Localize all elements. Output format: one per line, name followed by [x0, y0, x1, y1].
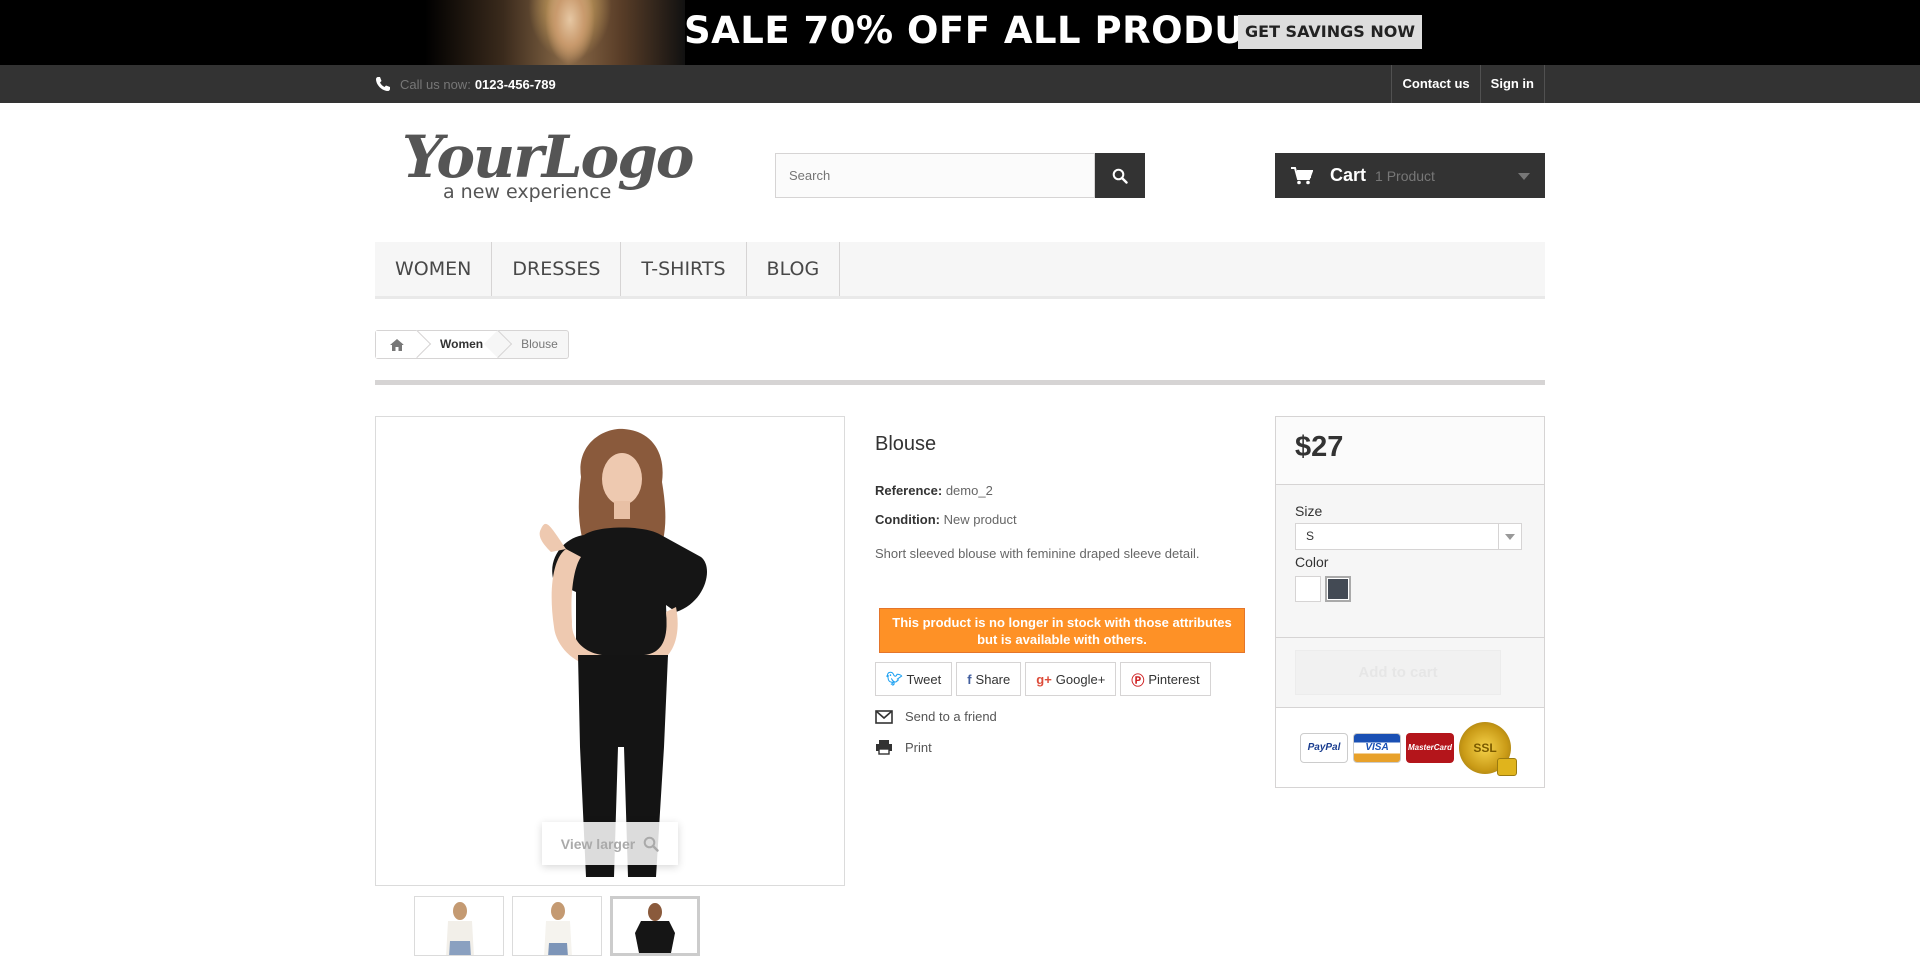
- add-to-cart-button[interactable]: Add to cart: [1295, 650, 1501, 695]
- visa-icon: VISA: [1353, 732, 1401, 763]
- stock-alert-line-2: but is available with others.: [977, 632, 1147, 647]
- pinterest-icon: Ⓟ: [1131, 672, 1145, 688]
- size-value: S: [1306, 529, 1315, 543]
- view-larger-button[interactable]: View larger: [542, 822, 678, 865]
- color-label: Color: [1295, 554, 1329, 570]
- size-select[interactable]: S: [1295, 523, 1522, 550]
- product-title: Blouse: [875, 433, 937, 455]
- search-icon: [1112, 168, 1128, 184]
- product-price: $27: [1295, 431, 1344, 463]
- model-photo: [539, 428, 708, 877]
- chevron-down-icon: [1498, 524, 1521, 549]
- top-nav-bar: Call us now: 0123-456-789 Contact us Sig…: [0, 65, 1920, 103]
- google-label: Google+: [1055, 671, 1106, 687]
- payment-methods: PayPal VISA MasterCard SSL: [1276, 708, 1544, 787]
- send-to-friend-label: Send to a friend: [905, 709, 997, 724]
- product-main-image[interactable]: [375, 416, 845, 886]
- add-to-cart-label: Add to cart: [1358, 664, 1438, 681]
- thumbnail[interactable]: [414, 896, 504, 956]
- reference-label: Reference:: [875, 483, 943, 498]
- share-label: Share: [975, 671, 1011, 687]
- search-input[interactable]: [775, 153, 1095, 198]
- size-label: Size: [1295, 503, 1323, 519]
- search-button[interactable]: [1095, 153, 1145, 198]
- promo-banner[interactable]: SALE 70% OFF ALL PRODUCTS GET SAVINGS NO…: [0, 0, 1920, 65]
- cart-label: Cart: [1330, 165, 1367, 185]
- condition-value: New product: [943, 512, 1017, 527]
- tweet-button[interactable]: 🐦︎ Tweet: [875, 662, 953, 696]
- menu-item-women[interactable]: WOMEN: [375, 242, 493, 296]
- reference-value: demo_2: [945, 483, 993, 498]
- send-to-friend-link[interactable]: Send to a friend: [875, 709, 997, 724]
- thumbnail-strip: [414, 896, 700, 956]
- product-attributes: Size S Color: [1276, 485, 1544, 638]
- print-link[interactable]: Print: [875, 739, 932, 755]
- product-reference: Reference: demo_2: [875, 483, 993, 498]
- call-us: Call us now: 0123-456-789: [375, 65, 556, 103]
- banner-headline: SALE 70% OFF ALL PRODUCTS: [684, 9, 1326, 52]
- search-box: [775, 153, 1145, 198]
- zoom-icon: [643, 836, 659, 852]
- breadcrumb-current-label: Blouse: [521, 337, 558, 351]
- color-swatch-dark[interactable]: [1325, 576, 1351, 602]
- mastercard-icon: MasterCard: [1406, 732, 1454, 763]
- logo-tagline: a new experience: [443, 181, 612, 203]
- menu-item-tshirts[interactable]: T-SHIRTS: [621, 242, 747, 296]
- color-swatch-white[interactable]: [1295, 576, 1321, 602]
- ssl-label: SSL: [1473, 740, 1497, 755]
- facebook-share-button[interactable]: f Share: [956, 662, 1022, 696]
- pinterest-label: Pinterest: [1148, 671, 1200, 687]
- printer-icon: [876, 740, 892, 755]
- main-menu: WOMEN DRESSES T-SHIRTS BLOG: [375, 242, 1545, 299]
- chevron-down-icon: [1518, 173, 1530, 180]
- contact-us-link[interactable]: Contact us: [1391, 65, 1479, 103]
- ssl-badge-icon: SSL: [1459, 721, 1517, 776]
- stock-alert: This product is no longer in stock with …: [879, 608, 1245, 653]
- google-plus-icon: g+: [1036, 671, 1052, 687]
- product-description: Short sleeved blouse with feminine drape…: [875, 546, 1200, 561]
- phone-number: 0123-456-789: [474, 76, 556, 92]
- breadcrumb-current: Blouse: [483, 329, 568, 359]
- menu-item-dresses[interactable]: DRESSES: [492, 242, 622, 296]
- price-box: $27 Size S Color Add to cart PayPal VISA…: [1275, 416, 1545, 788]
- stock-alert-line-1: This product is no longer in stock with …: [892, 615, 1232, 630]
- google-plus-button[interactable]: g+ Google+: [1025, 662, 1117, 696]
- tweet-label: Tweet: [906, 671, 942, 687]
- print-label: Print: [905, 739, 932, 755]
- sign-in-link[interactable]: Sign in: [1479, 65, 1545, 103]
- paypal-icon: PayPal: [1300, 732, 1348, 763]
- envelope-icon: [875, 709, 893, 724]
- page-divider: [375, 380, 1545, 385]
- lock-icon: [1497, 757, 1517, 776]
- home-icon: [390, 338, 404, 351]
- cart-button[interactable]: Cart 1 Product: [1275, 153, 1545, 198]
- cart-count: 1 Product: [1375, 167, 1435, 184]
- phone-icon: [376, 77, 390, 91]
- menu-item-blog[interactable]: BLOG: [747, 242, 841, 296]
- banner-model-image: [425, 0, 685, 65]
- pinterest-button[interactable]: Ⓟ Pinterest: [1120, 662, 1211, 696]
- color-swatches: [1295, 576, 1525, 602]
- cart-icon: [1291, 166, 1313, 184]
- social-share: 🐦︎ Tweet f Share g+ Google+ Ⓟ Pinterest: [875, 662, 1211, 696]
- product-condition: Condition: New product: [875, 512, 1017, 527]
- twitter-icon: 🐦︎: [886, 671, 903, 686]
- thumbnail[interactable]: [512, 896, 602, 956]
- call-label: Call us now:: [400, 76, 471, 92]
- facebook-icon: f: [967, 671, 972, 687]
- condition-label: Condition:: [875, 512, 940, 527]
- view-larger-label: View larger: [560, 835, 636, 852]
- breadcrumb-women-label: Women: [440, 337, 484, 351]
- get-savings-button[interactable]: GET SAVINGS NOW: [1238, 15, 1422, 49]
- breadcrumb: Women Blouse: [375, 329, 569, 359]
- thumbnail-active[interactable]: [610, 896, 700, 956]
